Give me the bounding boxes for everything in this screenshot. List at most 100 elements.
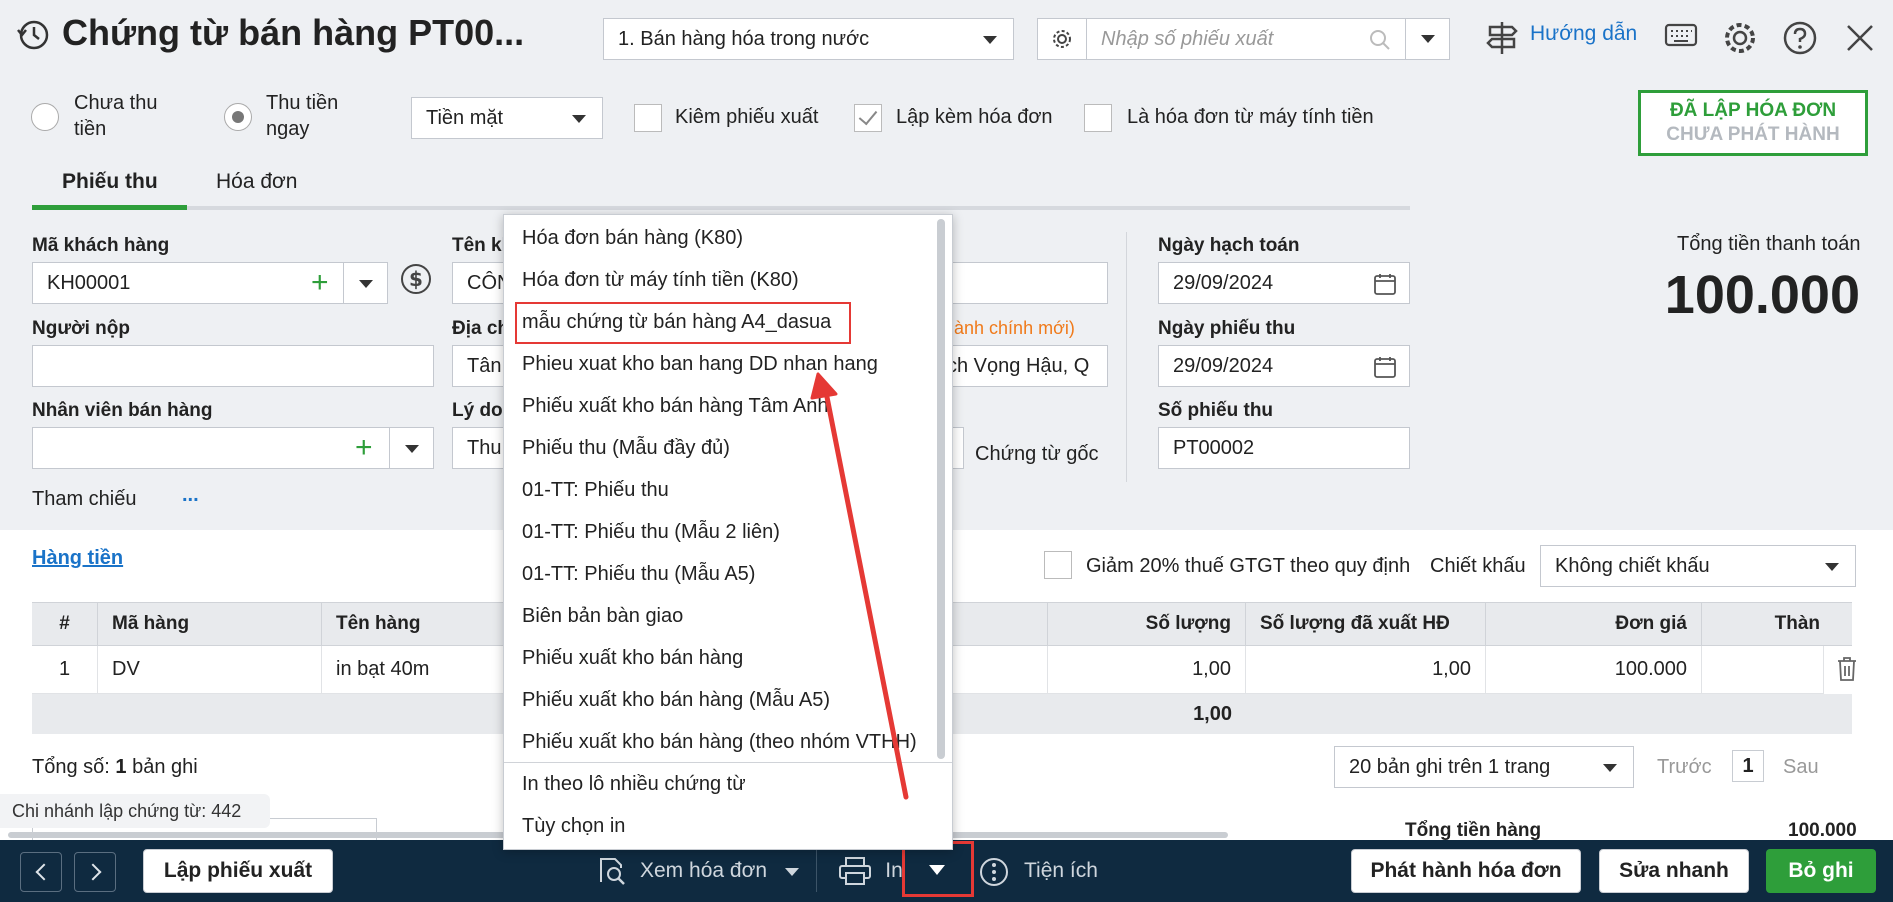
menu-item-01tt-a5[interactable]: 01-TT: Phiếu thu (Mẫu A5): [522, 563, 755, 586]
prev-page-button[interactable]: Trước: [1657, 756, 1712, 779]
section-goods-link[interactable]: Hàng tiền: [32, 547, 123, 570]
column-divider: [1126, 232, 1127, 482]
utilities-button[interactable]: Tiện ích: [1024, 849, 1114, 893]
col-quantity: Số lượng: [1048, 602, 1246, 646]
view-invoice-button[interactable]: Xem hóa đơn: [640, 849, 767, 893]
receipt-no-label: Số phiếu thu: [1158, 400, 1274, 421]
menu-scrollbar[interactable]: [937, 219, 945, 759]
help-icon[interactable]: [1782, 20, 1818, 56]
close-icon[interactable]: [1844, 22, 1876, 54]
checkbox-vat-reduction[interactable]: [1044, 551, 1072, 579]
original-doc-label: Chứng từ gốc: [975, 443, 1099, 465]
radio-unpaid[interactable]: [31, 103, 59, 131]
discount-select[interactable]: Không chiết khấu: [1540, 545, 1856, 587]
posting-date-label: Ngày hạch toán: [1158, 235, 1300, 256]
menu-item-receipt-full[interactable]: Phiếu thu (Mẫu đầy đủ): [522, 437, 730, 460]
chevron-down-icon[interactable]: [785, 868, 799, 876]
print-button[interactable]: In: [884, 849, 904, 893]
search-placeholder: Nhập số phiếu xuất: [1101, 27, 1274, 50]
settings-icon[interactable]: [1722, 20, 1758, 56]
payer-input[interactable]: [32, 345, 434, 387]
checkbox-cash-register[interactable]: [1084, 104, 1112, 132]
prev-record-button[interactable]: [20, 852, 62, 892]
total-payment-value: 100.000: [1664, 265, 1860, 325]
admin-unit-note[interactable]: hành chính mới): [944, 318, 1075, 339]
receipt-date-input[interactable]: 29/09/2024: [1158, 345, 1410, 387]
currency-icon[interactable]: $: [400, 263, 432, 295]
menu-item-export-group[interactable]: Phiếu xuất kho bán hàng (theo nhóm VTHH): [522, 731, 917, 754]
goods-total-value: 100.000: [1788, 820, 1857, 840]
search-settings-button[interactable]: [1037, 18, 1087, 60]
current-page[interactable]: 1: [1732, 750, 1764, 782]
checkbox-export[interactable]: [634, 104, 662, 132]
sale-type-select[interactable]: 1. Bán hàng hóa trong nước: [603, 18, 1014, 60]
chevron-down-icon[interactable]: [359, 280, 373, 288]
history-icon[interactable]: [16, 18, 50, 52]
chevron-down-icon: [929, 865, 945, 875]
payment-method-value: Tiền mặt: [426, 106, 504, 129]
field-divider: [343, 263, 344, 303]
cell-quantity[interactable]: 1,00: [1048, 646, 1246, 694]
page-size-select[interactable]: 20 bản ghi trên 1 trang: [1334, 746, 1634, 788]
signpost-icon[interactable]: [1486, 20, 1518, 56]
chevron-down-icon: [572, 115, 586, 123]
receipt-no-value: PT00002: [1173, 436, 1255, 459]
calendar-icon[interactable]: [1373, 272, 1397, 296]
menu-item-export-a5[interactable]: Phiếu xuất kho bán hàng (Mẫu A5): [522, 689, 830, 712]
menu-item-cash-register-k80[interactable]: Hóa đơn từ máy tính tiền (K80): [522, 269, 799, 292]
search-input[interactable]: Nhập số phiếu xuất: [1086, 18, 1406, 60]
menu-item-export-sales[interactable]: Phiếu xuất kho bán hàng: [522, 647, 743, 670]
chevron-down-icon: [1420, 35, 1435, 43]
trash-icon[interactable]: [1836, 656, 1858, 682]
field-divider: [389, 428, 390, 468]
menu-item-export-dd[interactable]: Phieu xuat kho ban hang DD nhan hang: [522, 353, 878, 376]
menu-item-batch-print[interactable]: In theo lô nhiều chứng từ: [522, 773, 746, 796]
help-link[interactable]: Hướng dẫn: [1530, 22, 1637, 46]
next-record-button[interactable]: [74, 852, 116, 892]
chevron-down-icon: [983, 36, 997, 44]
tab-strip-line: [32, 206, 1410, 210]
calendar-icon[interactable]: [1373, 355, 1397, 379]
cell-unit-price[interactable]: 100.000: [1486, 646, 1702, 694]
radio-unpaid-label-1: Chưa thu: [74, 92, 158, 114]
menu-item-handover[interactable]: Biên bản bàn giao: [522, 605, 683, 628]
reference-more-link[interactable]: ...: [182, 484, 199, 507]
posting-date-input[interactable]: 29/09/2024: [1158, 262, 1410, 304]
next-page-button[interactable]: Sau: [1783, 756, 1819, 779]
tab-invoice[interactable]: Hóa đơn: [216, 170, 298, 194]
total-payment-label: Tổng tiền thanh toán: [1677, 233, 1861, 255]
chevron-down-icon: [1603, 764, 1617, 772]
receipt-no-input[interactable]: PT00002: [1158, 427, 1410, 469]
customer-code-input[interactable]: KH00001 +: [32, 262, 388, 304]
checkbox-cash-register-label: Là hóa đơn từ máy tính tiền: [1127, 106, 1374, 128]
payment-method-select[interactable]: Tiền mặt: [411, 97, 603, 139]
quick-edit-button[interactable]: Sửa nhanh: [1599, 849, 1749, 893]
checkbox-invoice[interactable]: [854, 104, 882, 132]
address-label: Địa ch: [452, 318, 510, 339]
search-dropdown-button[interactable]: [1405, 18, 1450, 60]
radio-paid-label-1: Thu tiền: [266, 92, 339, 114]
issue-invoice-button[interactable]: Phát hành hóa đơn: [1351, 849, 1581, 893]
add-salesperson-icon[interactable]: +: [355, 428, 373, 468]
menu-item-01tt-2copies[interactable]: 01-TT: Phiếu thu (Mẫu 2 liên): [522, 521, 780, 544]
menu-item-k80-invoice[interactable]: Hóa đơn bán hàng (K80): [522, 227, 743, 250]
menu-item-01tt-receipt[interactable]: 01-TT: Phiếu thu: [522, 479, 669, 502]
vat-reduction-label: Giảm 20% thuế GTGT theo quy định: [1086, 555, 1411, 577]
add-customer-icon[interactable]: +: [311, 263, 329, 303]
total-records-count: 1: [115, 756, 127, 778]
radio-paid[interactable]: [224, 103, 252, 131]
chevron-down-icon[interactable]: [405, 445, 419, 453]
create-export-button[interactable]: Lập phiếu xuất: [143, 849, 333, 893]
cancel-post-button[interactable]: Bỏ ghi: [1766, 849, 1876, 893]
cell-item-code[interactable]: DV: [98, 646, 322, 694]
menu-item-export-tam-anh[interactable]: Phiếu xuất kho bán hàng Tâm Anh: [522, 395, 829, 418]
menu-item-print-options[interactable]: Tùy chọn in: [522, 815, 625, 838]
salesperson-label: Nhân viên bán hàng: [32, 400, 213, 421]
radio-paid-label-2: ngay: [266, 118, 310, 140]
print-template-menu: Hóa đơn bán hàng (K80) Hóa đơn từ máy tí…: [503, 214, 953, 850]
summary-quantity: 1,00: [1193, 703, 1232, 725]
keyboard-icon[interactable]: [1664, 22, 1698, 50]
salesperson-input[interactable]: +: [32, 427, 434, 469]
receipt-date-label: Ngày phiếu thu: [1158, 318, 1296, 339]
tab-receipt[interactable]: Phiếu thu: [62, 170, 158, 194]
